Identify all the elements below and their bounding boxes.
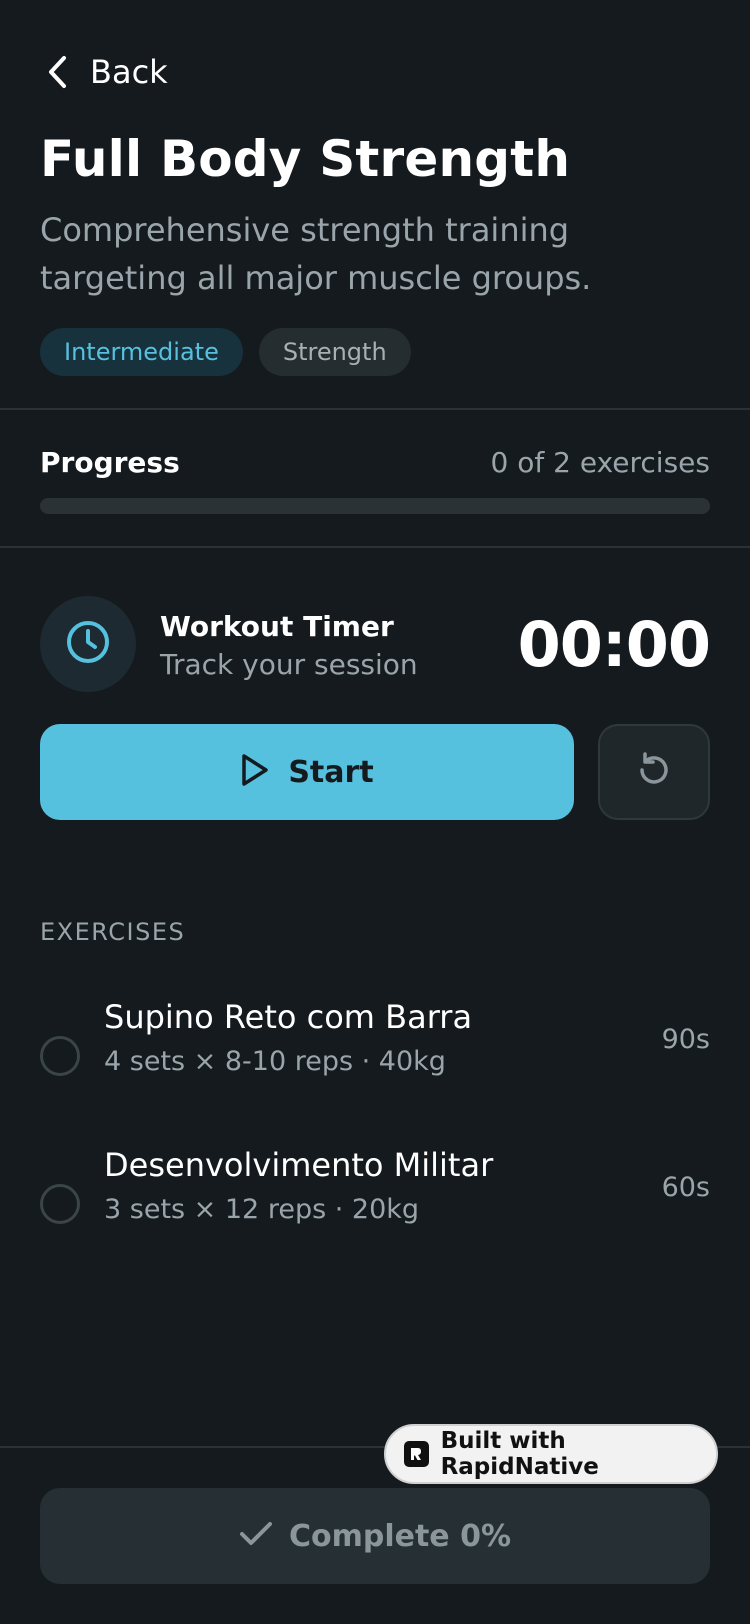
back-label: Back <box>90 53 168 91</box>
exercise-rest: 60s <box>661 1172 710 1203</box>
timer-value: 00:00 <box>517 608 711 681</box>
progress-bar <box>40 498 710 514</box>
start-button[interactable]: Start <box>40 724 574 820</box>
clock-icon <box>65 619 111 669</box>
exercise-item[interactable]: Desenvolvimento Militar 3 sets × 12 reps… <box>40 1146 710 1246</box>
exercise-meta: 4 sets × 8-10 reps · 40kg <box>104 1046 446 1077</box>
complete-label: Complete 0% <box>288 1518 512 1554</box>
divider <box>0 546 750 548</box>
reset-icon <box>634 750 674 794</box>
exercise-checkbox[interactable] <box>40 1184 80 1224</box>
tag-type: Strength <box>258 328 411 376</box>
exercises-heading: EXERCISES <box>40 918 186 946</box>
progress-label: Progress <box>40 446 180 479</box>
workout-description: Comprehensive strength training targetin… <box>40 211 592 297</box>
chevron-left-icon <box>40 48 76 96</box>
progress-count: 0 of 2 exercises <box>490 446 710 479</box>
check-icon <box>239 1520 273 1552</box>
tag-list: Intermediate Strength <box>40 328 411 376</box>
exercise-rest: 90s <box>661 1024 710 1055</box>
timer-subtitle: Track your session <box>160 648 418 681</box>
play-icon <box>240 753 270 791</box>
timer-title: Workout Timer <box>160 610 394 643</box>
exercise-name: Desenvolvimento Militar <box>104 1146 494 1184</box>
badge-label: Built with RapidNative <box>440 1428 599 1480</box>
complete-button[interactable]: Complete 0% <box>40 1488 710 1584</box>
back-button[interactable]: Back <box>40 48 168 96</box>
start-label: Start <box>288 754 374 790</box>
tag-level: Intermediate <box>40 328 243 376</box>
timer-icon-circle <box>40 596 136 692</box>
reset-button[interactable] <box>598 724 710 820</box>
exercise-item[interactable]: Supino Reto com Barra 4 sets × 8-10 reps… <box>40 998 710 1098</box>
page-title: Full Body Strength <box>40 130 571 188</box>
exercise-name: Supino Reto com Barra <box>104 998 473 1036</box>
rapidnative-logo-icon <box>404 1441 429 1467</box>
exercise-meta: 3 sets × 12 reps · 20kg <box>104 1194 420 1225</box>
rapidnative-badge[interactable]: Built with RapidNative <box>384 1424 718 1484</box>
divider <box>0 408 750 410</box>
exercise-checkbox[interactable] <box>40 1036 80 1076</box>
